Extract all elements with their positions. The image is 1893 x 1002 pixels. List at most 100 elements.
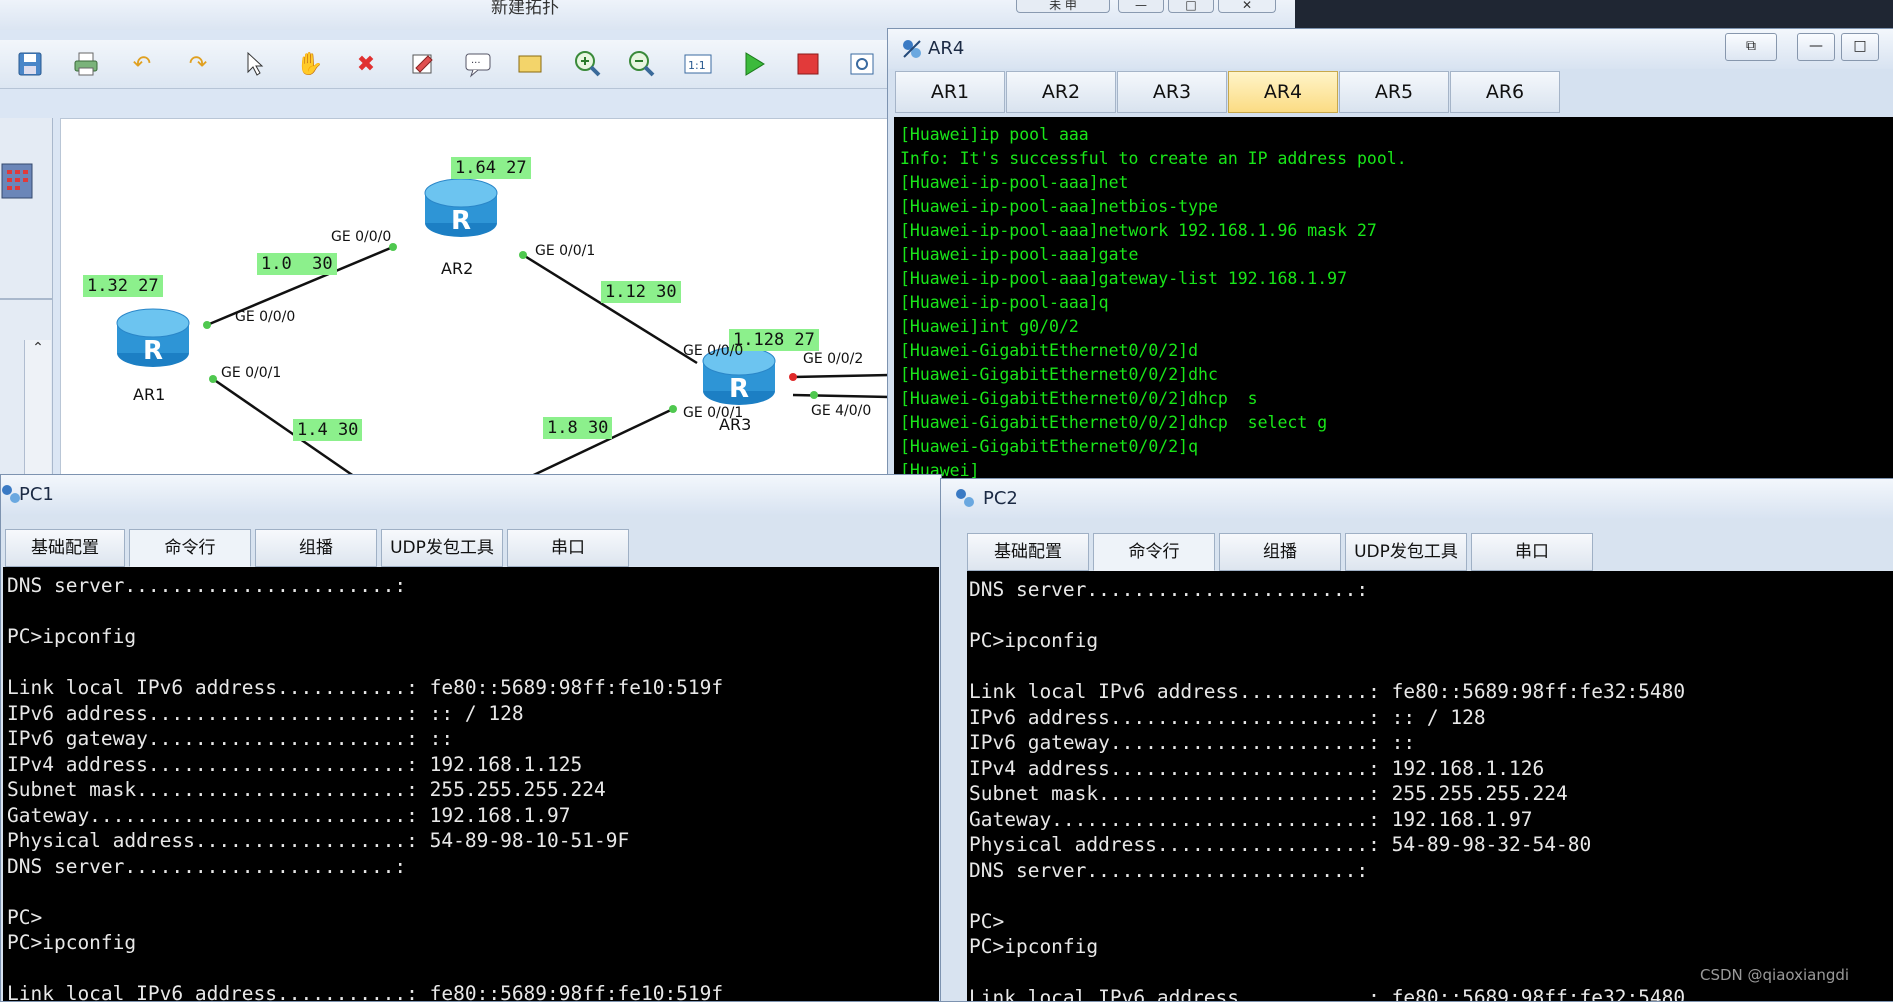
console-line: IPv6 address......................: :: /… — [7, 701, 524, 725]
chevron-up-icon[interactable]: ⌃ — [25, 340, 51, 356]
console-line: IPv4 address......................: 192.… — [7, 752, 583, 776]
tab-serial[interactable]: 串口 — [1471, 533, 1593, 571]
console-line: IPv4 address......................: 192.… — [969, 756, 1545, 780]
maximize-button[interactable]: □ — [1168, 0, 1214, 13]
hand-icon[interactable]: ✋ — [294, 48, 326, 80]
rectangle-icon[interactable] — [514, 48, 546, 80]
terminal-app-icon — [900, 37, 924, 65]
start-icon[interactable] — [738, 48, 770, 80]
window-title: PC2 — [983, 488, 1018, 509]
titlebar-controls: 未 申 — □ ✕ — [1016, 0, 1286, 14]
minimize-button[interactable]: — — [1118, 0, 1164, 13]
lock-button[interactable]: 未 申 — [1016, 0, 1110, 13]
ar4-terminal[interactable]: [Huawei]ip pool aaa Info: It's successfu… — [894, 117, 1893, 479]
tab-ar2[interactable]: AR2 — [1006, 71, 1116, 113]
close-button[interactable]: ✕ — [1218, 0, 1276, 13]
switch-device-icon[interactable] — [0, 158, 36, 204]
subnet-label: 1.0 30 — [257, 253, 337, 275]
pc1-titlebar: PC1 — [1, 475, 941, 515]
tab-ar5[interactable]: AR5 — [1339, 71, 1449, 113]
console-line: [Huawei-ip-pool-aaa]gateway-list 192.168… — [900, 269, 1348, 288]
device-label: AR1 — [133, 385, 166, 404]
port-label: GE 0/0/1 — [535, 243, 596, 259]
zoom-in-icon[interactable] — [572, 48, 604, 80]
tab-udp-tool[interactable]: UDP发包工具 — [1345, 533, 1467, 571]
console-line: Link local IPv6 address...........: fe80… — [7, 982, 724, 1001]
window-title: 新建拓扑 — [491, 0, 559, 18]
console-line: Gateway...........................: 192.… — [7, 803, 571, 827]
pc1-window: PC1 基础配置 命令行 组播 UDP发包工具 串口 DNS server...… — [0, 474, 942, 1002]
restore-icon[interactable]: ⧉ — [1725, 33, 1777, 61]
console-line: IPv6 gateway......................: :: — [7, 727, 454, 750]
redo-icon[interactable]: ↷ — [182, 48, 214, 80]
maximize-icon[interactable]: □ — [1841, 33, 1879, 61]
fit-icon[interactable]: 1:1 — [682, 48, 714, 80]
save-icon[interactable] — [14, 48, 46, 80]
pc2-terminal[interactable]: DNS server.......................: PC>ip… — [967, 571, 1893, 1001]
eraser-icon[interactable] — [406, 48, 438, 80]
console-line: PC> — [969, 909, 1005, 933]
tab-command-line[interactable]: 命令行 — [1093, 533, 1215, 571]
watermark: CSDN @qiaoxiangdi — [1700, 966, 1850, 984]
tab-udp-tool[interactable]: UDP发包工具 — [381, 529, 503, 567]
router-ar2-icon[interactable]: R — [423, 175, 499, 245]
console-line: [Huawei-GigabitEthernet0/0/2]dhcp select… — [900, 413, 1328, 432]
zoom-out-icon[interactable] — [626, 48, 658, 80]
console-line: Info: It's successful to create an IP ad… — [900, 149, 1407, 168]
ar4-console-window: AR4 ⧉ — □ AR1 AR2 AR3 AR4 AR5 AR6 [Huawe… — [887, 28, 1893, 480]
capture-icon[interactable] — [846, 48, 878, 80]
console-line: Gateway...........................: 192.… — [969, 807, 1533, 831]
subnet-label: 1.8 30 — [543, 417, 613, 439]
tab-ar1[interactable]: AR1 — [895, 71, 1005, 113]
console-line: PC>ipconfig — [7, 625, 137, 648]
undo-icon[interactable]: ↶ — [126, 48, 158, 80]
console-line: Link local IPv6 address...........: fe80… — [969, 680, 1686, 703]
tab-ar4[interactable]: AR4 — [1228, 71, 1338, 113]
console-line: [Huawei-ip-pool-aaa]q — [900, 293, 1109, 312]
console-line: [Huawei-GigabitEthernet0/0/2]dhcp s — [900, 389, 1258, 408]
main-titlebar: 新建拓扑 未 申 — □ ✕ — [0, 0, 1295, 30]
router-ar1-icon[interactable]: R — [115, 305, 191, 375]
pointer-icon[interactable] — [238, 48, 270, 80]
tab-multicast[interactable]: 组播 — [255, 529, 377, 567]
desktop-background — [1295, 0, 1893, 30]
port-label: GE 4/0/0 — [811, 403, 872, 419]
tab-serial[interactable]: 串口 — [507, 529, 629, 567]
svg-text:R: R — [143, 336, 163, 366]
tab-multicast[interactable]: 组播 — [1219, 533, 1341, 571]
topology-canvas[interactable]: R R R AR1 AR2 AR3 1.32 27 1.64 27 1.0 30… — [60, 118, 892, 482]
tab-basic-config[interactable]: 基础配置 — [967, 533, 1089, 571]
ar4-titlebar: AR4 ⧉ — □ — [888, 29, 1893, 69]
console-line: DNS server.......................: — [969, 858, 1369, 882]
console-line: DNS server.......................: — [969, 578, 1369, 601]
minimize-icon[interactable]: — — [1797, 33, 1835, 61]
toolbar: ↶ ↷ ✋ ✖ ··· 1:1 — [0, 40, 890, 89]
subnet-label: 1.12 30 — [601, 281, 681, 303]
console-line: PC> — [7, 905, 43, 929]
device-panel: ⌃ — [0, 118, 53, 480]
console-line: [Huawei-ip-pool-aaa]netbios-type — [900, 197, 1218, 216]
print-icon[interactable] — [70, 48, 102, 80]
subnet-label: 1.4 30 — [293, 419, 363, 441]
tab-ar3[interactable]: AR3 — [1117, 71, 1227, 113]
svg-text:R: R — [729, 374, 749, 404]
console-line: Physical address..................: 54-8… — [969, 833, 1592, 856]
tab-basic-config[interactable]: 基础配置 — [5, 529, 125, 567]
delete-icon[interactable]: ✖ — [350, 48, 382, 80]
pc1-terminal[interactable]: DNS server.......................: PC>ip… — [3, 567, 939, 1001]
port-label: GE 0/0/0 — [683, 343, 744, 359]
text-icon[interactable]: ··· — [462, 48, 494, 80]
terminal-app-icon — [1, 483, 21, 509]
tab-command-line[interactable]: 命令行 — [129, 529, 251, 567]
console-line: Subnet mask.......................: 255.… — [969, 782, 1568, 805]
port-label: GE 0/0/1 — [221, 365, 282, 381]
tab-ar6[interactable]: AR6 — [1450, 71, 1560, 113]
console-line: [Huawei-GigabitEthernet0/0/2]q — [900, 437, 1199, 456]
stop-icon[interactable] — [792, 48, 824, 80]
svg-text:1:1: 1:1 — [688, 59, 706, 72]
console-line: PC>ipconfig — [7, 931, 137, 954]
panel-scrollbar[interactable]: ⌃ — [24, 340, 51, 480]
